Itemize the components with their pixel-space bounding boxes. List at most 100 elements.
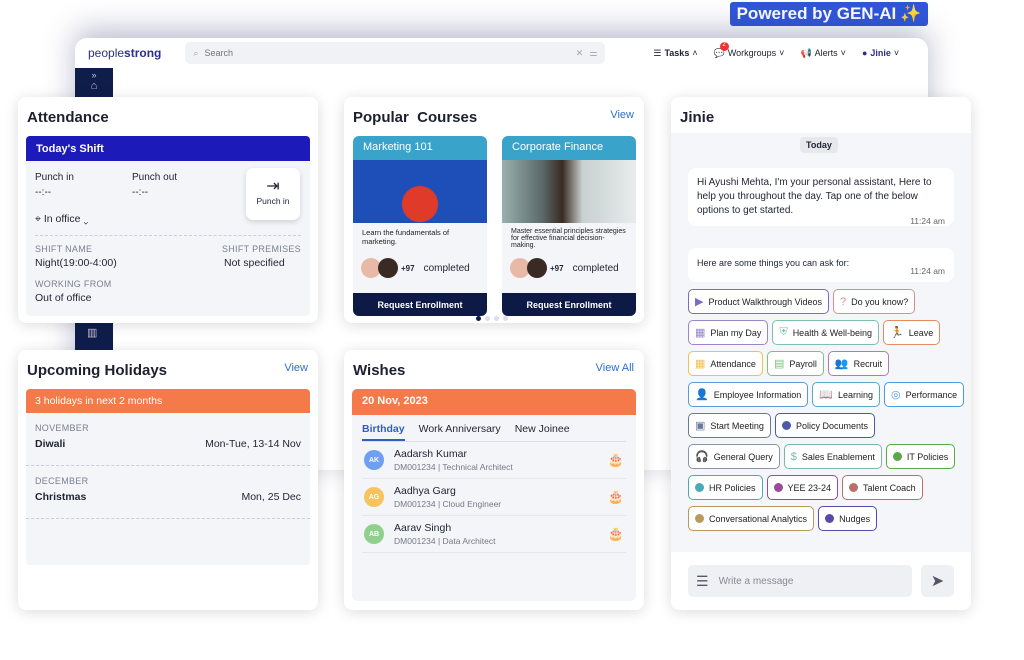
employee-role: Technical Architect (442, 462, 513, 472)
analytics-icon[interactable]: ▥ (87, 326, 97, 339)
card-title: Upcoming Holidays (27, 362, 168, 379)
suggestion-chip[interactable]: Policy Documents (774, 413, 875, 438)
suggestion-chip[interactable]: ▶ Product Walkthrough Videos (688, 289, 830, 314)
holidays-card: Upcoming Holidays View 3 holidays in nex… (18, 350, 318, 610)
alerts-button[interactable]: 📢 Alerts ˅ (800, 48, 846, 59)
card-title: Wishes (353, 362, 406, 379)
suggestion-chip[interactable]: ▣ Start Meeting (688, 413, 771, 438)
suggestion-chip[interactable]: ▦ Attendance (688, 351, 763, 376)
assistant-message: Here are some things you can ask for: 11:… (688, 248, 954, 282)
home-icon[interactable]: ⌂ (75, 80, 113, 92)
chip-label: Leave (908, 327, 934, 338)
wish-list-item[interactable]: AK Aadarsh Kumar DM001234 | Technical Arch… (362, 442, 626, 479)
tasks-button[interactable]: ☰ Tasks ˄ (653, 48, 697, 59)
shift-premises-label: SHIFT PREMISES (221, 244, 301, 254)
request-enrollment-button[interactable]: Request Enrollment (502, 293, 636, 316)
suggestion-chip[interactable]: ▤ Payroll (766, 351, 824, 376)
suggestion-chip[interactable]: 🎧 General Query (688, 444, 780, 469)
carousel-dot[interactable] (476, 316, 481, 321)
search-box[interactable]: ⌕ ✕ ⚌ (185, 42, 606, 64)
course-card[interactable]: Corporate Finance Master essential princ… (502, 136, 636, 316)
course-image (502, 160, 636, 223)
request-enrollment-button[interactable]: Request Enrollment (353, 293, 487, 316)
card-title: Popular Courses (353, 109, 478, 126)
carousel-dot[interactable] (494, 316, 499, 321)
wishes-card: Wishes View All 20 Nov, 2023 Birthday Wo… (344, 350, 644, 610)
tab-new-joinee[interactable]: New Joinee (515, 423, 570, 441)
suggestion-chip[interactable]: ◎ Performance (883, 382, 965, 407)
suggestion-chip[interactable]: Conversational Analytics (688, 506, 815, 531)
view-link[interactable]: View (284, 362, 308, 374)
punch-out-label: Punch out (132, 172, 178, 183)
location-dropdown[interactable]: ⌖ In office ⌄ (35, 213, 88, 226)
carousel-dot[interactable] (503, 316, 508, 321)
chip-label: Recruit (853, 358, 883, 369)
suggestion-chip[interactable]: YEE 23-24 (766, 475, 839, 500)
course-card[interactable]: Marketing 101 Learn the fundamentals of … (353, 136, 487, 316)
clear-icon[interactable]: ✕ (576, 48, 584, 59)
suggestion-chip[interactable]: Talent Coach (842, 475, 923, 500)
person-name: Aadarsh Kumar (394, 448, 467, 460)
chip-label: Learning (837, 389, 873, 400)
tab-work-anniversary[interactable]: Work Anniversary (419, 423, 501, 441)
chip-label: Product Walkthrough Videos (708, 296, 823, 307)
cake-icon[interactable]: 🎂 (608, 489, 624, 505)
courses-card: Popular Courses View Marketing 101 Learn… (344, 97, 644, 323)
menu-icon[interactable]: ☰ (696, 573, 709, 590)
avatar: AK (364, 450, 384, 470)
view-all-link[interactable]: View All (596, 362, 634, 374)
shift-name: Night(19:00-4:00) (35, 257, 117, 269)
product-walkthrough-videos-icon: ▶ (695, 296, 704, 308)
suggestion-chip[interactable]: HR Policies (688, 475, 763, 500)
suggestion-chip[interactable]: 👤 Employee Information (688, 382, 809, 407)
send-button[interactable]: ➤ (921, 565, 954, 597)
sparkle-icon: ✨ (900, 4, 922, 23)
suggestion-chip[interactable]: $ Sales Enablement (783, 444, 882, 469)
carousel-dots[interactable] (476, 316, 508, 321)
filter-icon[interactable]: ⚌ (589, 48, 597, 59)
dot-icon (781, 421, 791, 430)
chip-label: Performance (905, 389, 958, 400)
message-input[interactable]: ☰ Write a message (688, 565, 912, 597)
avatar: AG (364, 487, 384, 507)
suggestion-chip[interactable]: Nudges (818, 506, 878, 531)
view-link[interactable]: View (610, 109, 634, 121)
suggestion-chip[interactable]: 📖 Learning (812, 382, 880, 407)
wish-list-item[interactable]: AB Aarav Singh DM001234 | Data Architect 🎂 (362, 516, 626, 553)
course-image (353, 160, 487, 223)
card-title: Jinie (680, 109, 715, 126)
wish-list-item[interactable]: AG Aadhya Garg DM001234 | Cloud Engineer 🎂 (362, 479, 626, 516)
suggestion-chip[interactable]: ▦ Plan my Day (688, 320, 769, 345)
chip-label: Sales Enablement (801, 451, 875, 462)
suggestion-chips: ▶ Product Walkthrough Videos ? Do you know?… (688, 289, 968, 531)
suggestion-chip[interactable]: 🏃 Leave (883, 320, 941, 345)
send-icon: ➤ (930, 573, 945, 590)
logo: peoplestrong (88, 46, 162, 60)
payroll-icon: ▤ (773, 358, 785, 370)
jinie-icon: ● (861, 48, 868, 58)
shift-header: Today's Shift (26, 136, 310, 161)
suggestion-chip[interactable]: ? Do you know? (833, 289, 916, 314)
workgroups-button[interactable]: 💬 2 Workgroups ˅ (714, 41, 784, 59)
workgroups-badge: 2 (719, 41, 729, 51)
search-icon: ⌕ (193, 47, 199, 58)
chip-label: General Query (713, 451, 773, 462)
cake-icon[interactable]: 🎂 (608, 452, 624, 468)
dot-icon (773, 483, 783, 492)
suggestion-chip[interactable]: 👥 Recruit (827, 351, 890, 376)
banner-text: Powered by GEN-AI (736, 4, 897, 23)
punch-in-button[interactable]: ⇥ Punch in (246, 168, 300, 220)
search-input[interactable] (204, 48, 570, 58)
chip-label: Talent Coach (863, 482, 916, 493)
jinie-button[interactable]: ● Jinie ˅ (862, 48, 899, 58)
assistant-message: Hi Ayushi Mehta, I'm your personal assis… (688, 168, 954, 226)
tab-birthday[interactable]: Birthday (362, 423, 405, 441)
cake-icon[interactable]: 🎂 (608, 526, 624, 542)
expand-icon[interactable]: » (75, 70, 113, 80)
suggestion-chip[interactable]: IT Policies (885, 444, 956, 469)
suggestion-chip[interactable]: ⛨ Health & Well-being (772, 320, 880, 345)
chip-label: Employee Information (713, 389, 802, 400)
tasks-icon: ☰ (653, 47, 662, 58)
carousel-dot[interactable] (485, 316, 490, 321)
dot-icon (695, 514, 704, 523)
